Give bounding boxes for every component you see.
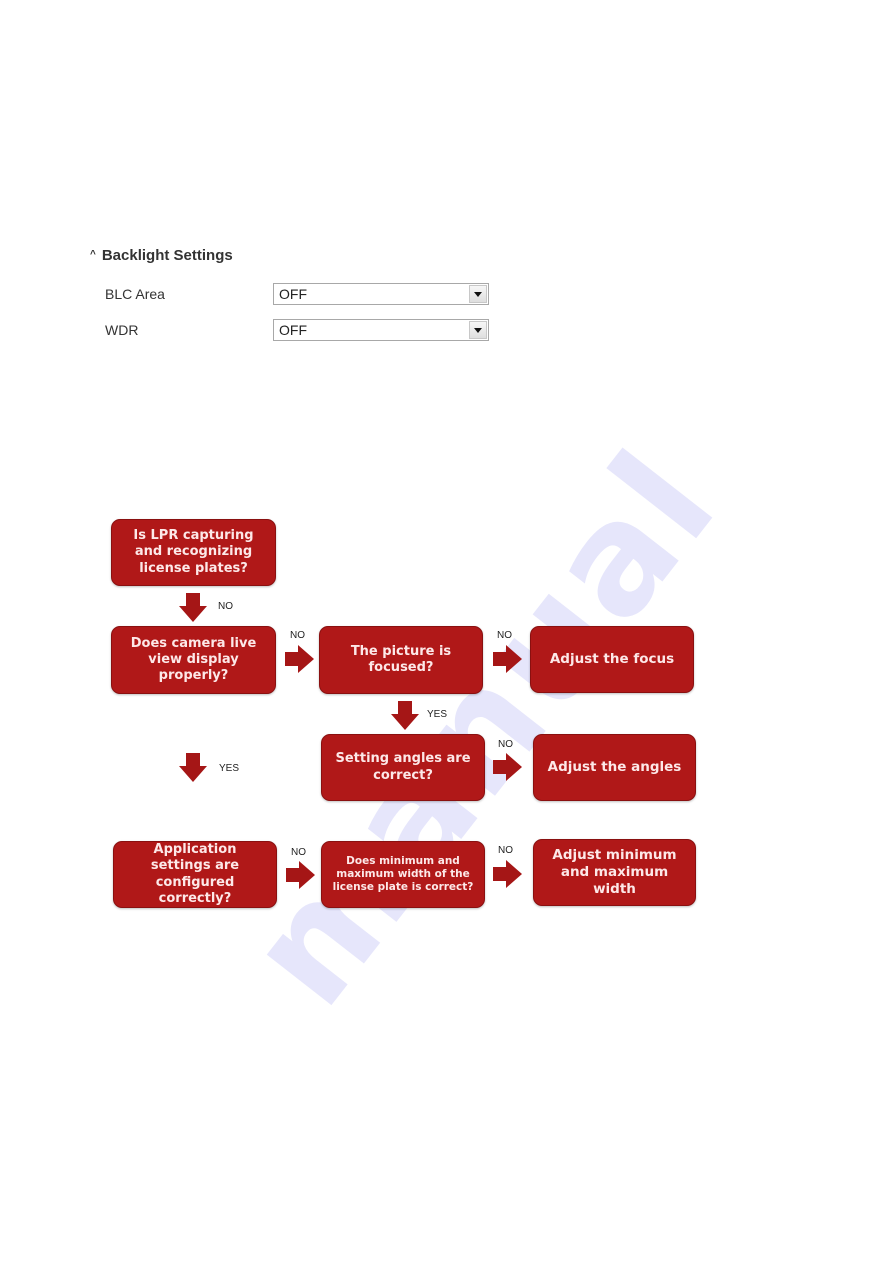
blc-area-value: OFF [279, 286, 307, 302]
dropdown-button[interactable] [469, 321, 487, 339]
chevron-down-icon [474, 291, 482, 297]
edge-label: NO [498, 739, 513, 750]
arrow-right-icon [493, 753, 522, 781]
chevron-down-icon [474, 327, 482, 333]
node-start: Is LPR capturing and recognizing license… [111, 519, 276, 586]
wdr-value: OFF [279, 322, 307, 338]
blc-area-select[interactable]: OFF [273, 283, 489, 305]
backlight-settings-header[interactable]: ^ Backlight Settings [90, 244, 233, 266]
chevron-up-icon[interactable]: ^ [90, 249, 96, 260]
node-app-settings: Application settings are configured corr… [113, 841, 277, 908]
node-adjust-width: Adjust minimum and maximum width [533, 839, 696, 906]
edge-label: NO [218, 601, 233, 612]
arrow-right-icon [285, 645, 314, 673]
node-angles-correct: Setting angles are correct? [321, 734, 485, 801]
blc-area-label: BLC Area [105, 286, 165, 302]
arrow-down-icon [179, 753, 207, 782]
edge-label: NO [290, 630, 305, 641]
edge-label: YES [427, 709, 448, 720]
edge-label: NO [498, 845, 513, 856]
wdr-select[interactable]: OFF [273, 319, 489, 341]
arrow-right-icon [286, 861, 315, 889]
edge-label: YES [219, 763, 240, 774]
wdr-label: WDR [105, 322, 139, 338]
dropdown-button[interactable] [469, 285, 487, 303]
node-adjust-focus: Adjust the focus [530, 626, 694, 693]
edge-label: NO [497, 630, 512, 641]
blc-area-row: BLC Area OFF [105, 282, 489, 306]
arrow-down-icon [391, 701, 419, 730]
arrow-right-icon [493, 860, 522, 888]
node-focused: The picture is focused? [319, 626, 483, 694]
node-live-view: Does camera live view display properly? [111, 626, 276, 694]
arrow-right-icon [493, 645, 522, 673]
edge-label: NO [291, 847, 306, 858]
wdr-row: WDR OFF [105, 318, 489, 342]
node-adjust-angles: Adjust the angles [533, 734, 696, 801]
node-width-correct: Does minimum and maximum width of the li… [321, 841, 485, 908]
section-title: Backlight Settings [101, 246, 233, 264]
arrow-down-icon [179, 593, 207, 622]
